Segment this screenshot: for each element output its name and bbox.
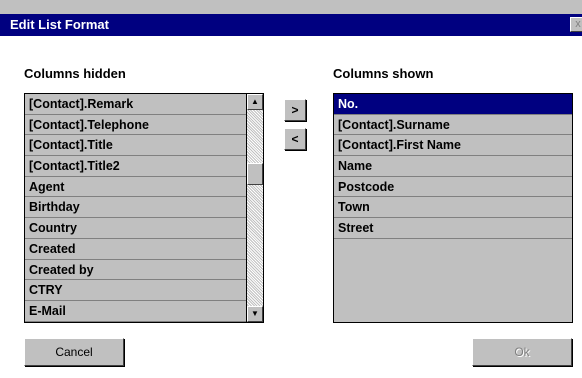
hidden-list-item[interactable]: Agent (25, 177, 246, 198)
hidden-list-item[interactable]: CTRY (25, 280, 246, 301)
move-to-shown-button[interactable]: > (284, 99, 306, 121)
hidden-list-item[interactable]: E-Mail (25, 301, 246, 322)
hidden-list-item[interactable]: Created (25, 239, 246, 260)
hidden-columns-list[interactable]: [Contact].Remark [Contact].Telephone [Cont… (24, 93, 264, 323)
hidden-list-item[interactable]: [Contact].Telephone (25, 115, 246, 136)
hidden-list-item[interactable]: Created by (25, 260, 246, 281)
edit-list-format-dialog: Edit List Format x Columns hidden Column… (0, 0, 582, 378)
shown-list-item[interactable]: [Contact].Surname (334, 115, 572, 136)
scroll-up-button[interactable]: ▲ (247, 94, 263, 110)
hidden-list-item[interactable]: Country (25, 218, 246, 239)
hidden-items-container: [Contact].Remark [Contact].Telephone [Cont… (25, 94, 246, 322)
shown-list-item[interactable]: No. (334, 94, 572, 115)
dialog-body: Columns hidden Columns shown [Contact].R… (0, 36, 582, 378)
title-bar: Edit List Format x (0, 14, 582, 36)
hidden-list-scrollbar[interactable]: ▲ ▼ (246, 94, 263, 322)
shown-list-item[interactable]: Name (334, 156, 572, 177)
move-to-hidden-button[interactable]: < (284, 128, 306, 150)
scroll-down-button[interactable]: ▼ (247, 306, 263, 322)
ok-button[interactable]: Ok (472, 338, 572, 366)
cancel-button[interactable]: Cancel (24, 338, 124, 366)
columns-hidden-label: Columns hidden (24, 66, 126, 81)
window-title: Edit List Format (10, 17, 109, 32)
shown-items-container: No. [Contact].Surname [Contact].First Name… (334, 94, 572, 239)
shown-list-item[interactable]: Street (334, 218, 572, 239)
shown-list-item[interactable]: Postcode (334, 177, 572, 198)
hidden-list-item[interactable]: Birthday (25, 197, 246, 219)
scroll-thumb[interactable] (247, 163, 263, 185)
hidden-list-item[interactable]: [Contact].Title2 (25, 156, 246, 177)
shown-list-item[interactable]: Town (334, 197, 572, 219)
shown-list-item[interactable]: [Contact].First Name (334, 135, 572, 157)
columns-shown-label: Columns shown (333, 66, 434, 81)
hidden-list-item[interactable]: [Contact].Title (25, 135, 246, 157)
hidden-list-item[interactable]: [Contact].Remark (25, 94, 246, 115)
close-button[interactable]: x (570, 17, 582, 32)
shown-columns-list[interactable]: No. [Contact].Surname [Contact].First Name… (333, 93, 573, 323)
